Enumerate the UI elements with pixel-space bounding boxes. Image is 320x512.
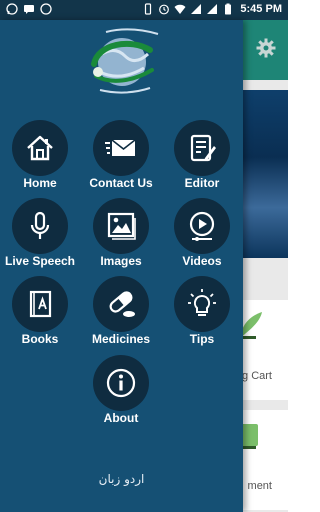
shopping-cart-card[interactable]: g Cart [240,300,288,400]
menu-item-medicines[interactable]: Medicines [81,276,161,354]
whatsapp-icon-2 [40,3,52,15]
whatsapp-icon [6,3,18,15]
microphone-icon-circle [12,198,68,254]
lightbulb-icon [188,289,216,316]
message-icon [24,5,34,14]
menu-label: Tips [189,332,215,346]
play-icon [189,211,215,241]
app-logo [91,28,159,94]
notification-icons [6,3,52,15]
card-label: ment [247,480,272,492]
menu-label: Videos [182,254,222,268]
vibrate-icon [145,3,152,15]
clock-time: 5:45 [240,3,263,15]
alarm-icon [159,4,170,15]
home-icon-circle [12,120,68,176]
menu-item-editor[interactable]: Editor [162,120,242,198]
clock-period: PM [265,3,283,15]
system-icons: 5:45 PM [142,3,282,15]
navigation-drawer: Home Contact Us Editor Live Speech Image… [0,20,243,512]
home-icon [27,135,53,161]
note-icon [190,134,216,162]
play-icon-circle [174,198,230,254]
urdu-language-link[interactable]: اردو زبان [0,472,243,486]
wifi-icon [174,4,186,14]
signal-icon [191,4,202,14]
info-icon [106,368,136,398]
menu-item-videos[interactable]: Videos [162,198,242,276]
card-label: g Cart [242,370,272,382]
signal-icon-2 [207,4,218,14]
menu-label: About [103,411,139,425]
battery-icon [225,3,232,15]
menu-item-books[interactable]: Books [0,276,80,354]
clock: 5:45 PM [240,3,282,15]
microphone-icon [30,211,50,239]
lightbulb-icon-circle [174,276,230,332]
menu-item-about[interactable]: About [81,355,161,433]
menu-item-home[interactable]: Home [0,120,80,198]
settings-gear-icon[interactable] [256,38,276,58]
book-icon [29,290,52,318]
mail-icon [105,139,136,156]
menu-item-live-speech[interactable]: Live Speech [0,198,80,276]
menu-item-images[interactable]: Images [81,198,161,276]
image-icon-circle [93,198,149,254]
capsule-icon [109,291,135,317]
management-card[interactable]: ment [240,410,288,510]
menu-label: Editor [184,176,220,190]
note-icon-circle [174,120,230,176]
mail-icon-circle [93,120,149,176]
info-icon-circle [93,355,149,411]
book-green-icon [240,424,258,449]
book-icon-circle [12,276,68,332]
status-bar: 5:45 PM [0,0,288,20]
menu-item-contact-us[interactable]: Contact Us [81,120,161,198]
menu-item-tips[interactable]: Tips [162,276,242,354]
capsule-icon-circle [93,276,149,332]
banner-image[interactable] [240,90,288,258]
image-icon [107,212,136,240]
